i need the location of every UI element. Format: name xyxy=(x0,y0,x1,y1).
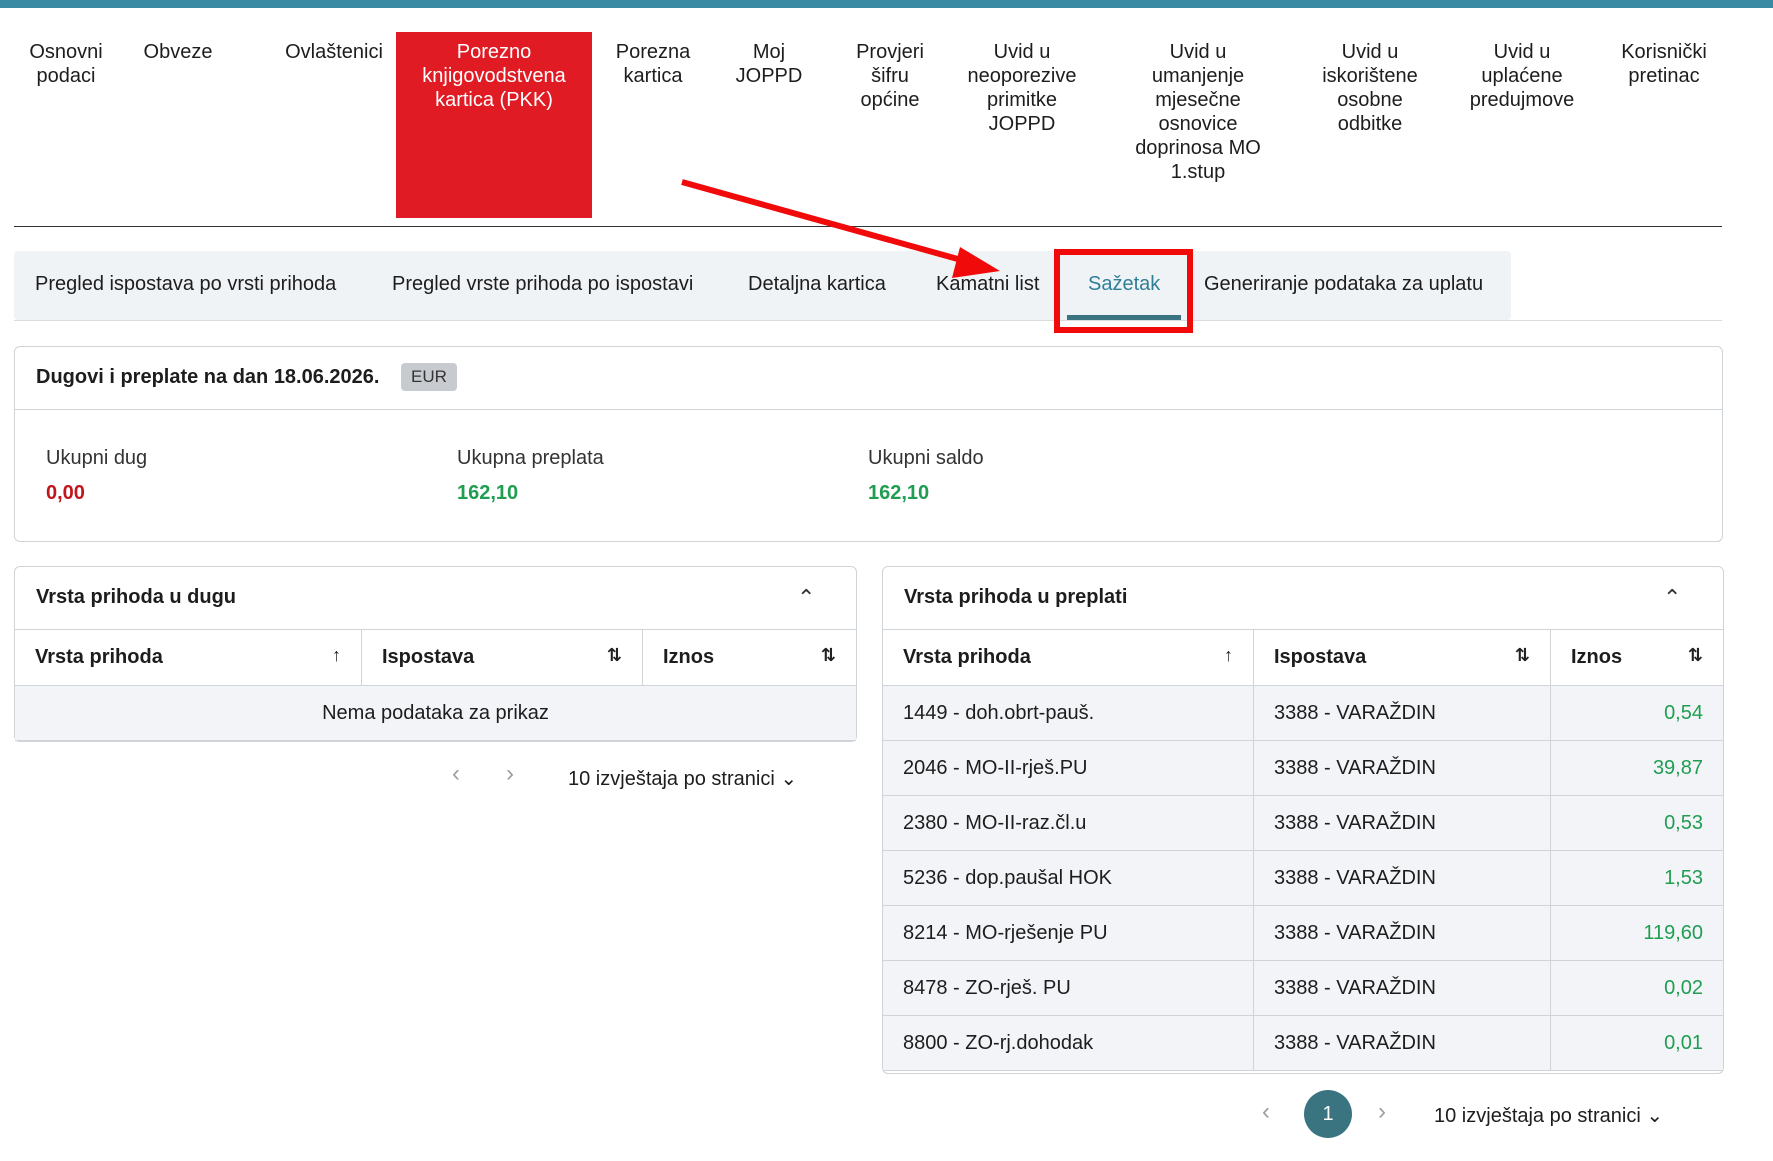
cell-vrsta-prihoda: 8478 - ZO-rješ. PU xyxy=(883,960,1254,1016)
cell-ispostava: 3388 - VARAŽDIN xyxy=(1253,960,1551,1016)
debt-table: Vrsta prihoda ↑ Ispostava ⇅ Iznos ⇅ Nema po… xyxy=(15,629,856,741)
col-label: Iznos xyxy=(663,645,715,668)
sort-ascending-icon[interactable]: ↑ xyxy=(332,645,341,666)
cell-vrsta-prihoda: 5236 - dop.paušal HOK xyxy=(883,850,1254,906)
col-label: Vrsta prihoda xyxy=(35,645,163,668)
overpay-table: Vrsta prihoda ↑ Ispostava ⇅ Iznos ⇅ 1449 - … xyxy=(883,629,1723,1071)
col-label: Iznos xyxy=(1571,645,1623,668)
cell-vrsta-prihoda: 2046 - MO-II-rješ.PU xyxy=(883,740,1254,796)
debt-panel-header: Vrsta prihoda u dugu ⌃ xyxy=(15,567,856,630)
debt-pagination: ‹ › 10 izvještaja po stranici ⌄ xyxy=(14,758,855,798)
per-page-select[interactable]: 10 izvještaja po stranici ⌄ xyxy=(1434,1103,1663,1128)
col-label: Ispostava xyxy=(382,645,475,668)
cell-vrsta-prihoda: 1449 - doh.obrt-pauš. xyxy=(883,685,1254,741)
summary-card: Dugovi i preplate na dan 18.06.2026. EUR… xyxy=(14,346,1723,542)
debt-panel-title: Vrsta prihoda u dugu xyxy=(36,586,237,608)
table-header-row: Vrsta prihoda ↑ Ispostava ⇅ Iznos ⇅ xyxy=(15,629,856,686)
per-page-label: 10 izvještaja po stranici xyxy=(1434,1105,1641,1127)
cell-ispostava: 3388 - VARAŽDIN xyxy=(1253,740,1551,796)
cell-ispostava: 3388 - VARAŽDIN xyxy=(1253,905,1551,961)
sort-both-icon[interactable]: ⇅ xyxy=(1688,645,1703,666)
currency-badge: EUR xyxy=(401,363,457,391)
stat-total-debt: Ukupni dug 0,00 xyxy=(46,447,147,505)
col-label: Vrsta prihoda xyxy=(903,645,1031,668)
cell-ispostava: 3388 - VARAŽDIN xyxy=(1253,795,1551,851)
table-header-row: Vrsta prihoda ↑ Ispostava ⇅ Iznos ⇅ xyxy=(883,629,1723,686)
cell-iznos: 119,60 xyxy=(1550,905,1723,961)
cell-iznos: 0,02 xyxy=(1550,960,1723,1016)
stat-overpay-value: 162,10 xyxy=(457,482,519,504)
col-ispostava[interactable]: Ispostava ⇅ xyxy=(361,629,643,686)
chevron-down-icon: ⌄ xyxy=(1646,1105,1664,1127)
cell-vrsta-prihoda: 8800 - ZO-rj.dohodak xyxy=(883,1015,1254,1071)
cell-vrsta-prihoda: 2380 - MO-II-raz.čl.u xyxy=(883,795,1254,851)
page-1-button[interactable]: 1 xyxy=(1304,1090,1352,1138)
table-row[interactable]: 8800 - ZO-rj.dohodak 3388 - VARAŽDIN 0,0… xyxy=(883,1015,1723,1071)
col-label: Ispostava xyxy=(1274,645,1367,668)
col-ispostava[interactable]: Ispostava ⇅ xyxy=(1253,629,1551,686)
col-iznos[interactable]: Iznos ⇅ xyxy=(642,629,856,686)
cell-ispostava: 3388 - VARAŽDIN xyxy=(1253,1015,1551,1071)
per-page-label: 10 izvještaja po stranici xyxy=(568,768,775,790)
chevron-left-icon[interactable]: ‹ xyxy=(452,760,460,788)
chevron-left-icon[interactable]: ‹ xyxy=(1262,1098,1270,1126)
stat-debt-value: 0,00 xyxy=(46,482,85,504)
cell-iznos: 39,87 xyxy=(1550,740,1723,796)
chevron-up-icon[interactable]: ⌃ xyxy=(797,585,815,611)
summary-header: Dugovi i preplate na dan 18.06.2026. EUR xyxy=(15,347,1722,410)
cell-iznos: 1,53 xyxy=(1550,850,1723,906)
table-row[interactable]: 8478 - ZO-rješ. PU 3388 - VARAŽDIN 0,02 xyxy=(883,960,1723,1016)
cell-ispostava: 3388 - VARAŽDIN xyxy=(1253,685,1551,741)
sort-both-icon[interactable]: ⇅ xyxy=(1515,645,1530,666)
cell-ispostava: 3388 - VARAŽDIN xyxy=(1253,850,1551,906)
chevron-right-icon[interactable]: › xyxy=(1378,1098,1386,1126)
table-row[interactable]: 5236 - dop.paušal HOK 3388 - VARAŽDIN 1,… xyxy=(883,850,1723,906)
col-vrsta-prihoda[interactable]: Vrsta prihoda ↑ xyxy=(883,629,1254,686)
chevron-up-icon[interactable]: ⌃ xyxy=(1663,585,1681,611)
stat-total-overpay: Ukupna preplata 162,10 xyxy=(457,447,604,505)
overpay-panel-header: Vrsta prihoda u preplati ⌃ xyxy=(883,567,1723,630)
chevron-right-icon[interactable]: › xyxy=(506,760,514,788)
cell-vrsta-prihoda: 8214 - MO-rješenje PU xyxy=(883,905,1254,961)
stat-debt-label: Ukupni dug xyxy=(46,447,148,469)
col-vrsta-prihoda[interactable]: Vrsta prihoda ↑ xyxy=(15,629,362,686)
stat-overpay-label: Ukupna preplata xyxy=(457,447,604,469)
table-row[interactable]: 8214 - MO-rješenje PU 3388 - VARAŽDIN 11… xyxy=(883,905,1723,961)
sort-ascending-icon[interactable]: ↑ xyxy=(1224,645,1233,666)
per-page-select[interactable]: 10 izvještaja po stranici ⌄ xyxy=(568,766,797,791)
sort-both-icon[interactable]: ⇅ xyxy=(821,645,836,666)
overpay-pagination: ‹ 1 › 10 izvještaja po stranici ⌄ xyxy=(882,1088,1722,1140)
table-row[interactable]: 1449 - doh.obrt-pauš. 3388 - VARAŽDIN 0,… xyxy=(883,685,1723,741)
stat-total-saldo: Ukupni saldo 162,10 xyxy=(868,447,984,505)
table-row[interactable]: 2046 - MO-II-rješ.PU 3388 - VARAŽDIN 39,… xyxy=(883,740,1723,796)
table-row[interactable]: 2380 - MO-II-raz.čl.u 3388 - VARAŽDIN 0,… xyxy=(883,795,1723,851)
cell-iznos: 0,01 xyxy=(1550,1015,1723,1071)
cell-iznos: 0,54 xyxy=(1550,685,1723,741)
overpay-panel: Vrsta prihoda u preplati ⌃ Vrsta prihoda… xyxy=(882,566,1724,1074)
debt-panel: Vrsta prihoda u dugu ⌃ Vrsta prihoda ↑ Is… xyxy=(14,566,857,742)
stat-saldo-value: 162,10 xyxy=(868,482,930,504)
empty-message: Nema podataka za prikaz xyxy=(15,685,856,741)
cell-iznos: 0,53 xyxy=(1550,795,1723,851)
stat-saldo-label: Ukupni saldo xyxy=(868,447,984,469)
chevron-down-icon: ⌄ xyxy=(780,768,798,790)
overpay-panel-title: Vrsta prihoda u preplati xyxy=(904,586,1128,608)
col-iznos[interactable]: Iznos ⇅ xyxy=(1550,629,1723,686)
empty-row: Nema podataka za prikaz xyxy=(15,685,856,741)
summary-title: Dugovi i preplate na dan 18.06.2026. xyxy=(36,366,380,388)
sort-both-icon[interactable]: ⇅ xyxy=(607,645,622,666)
